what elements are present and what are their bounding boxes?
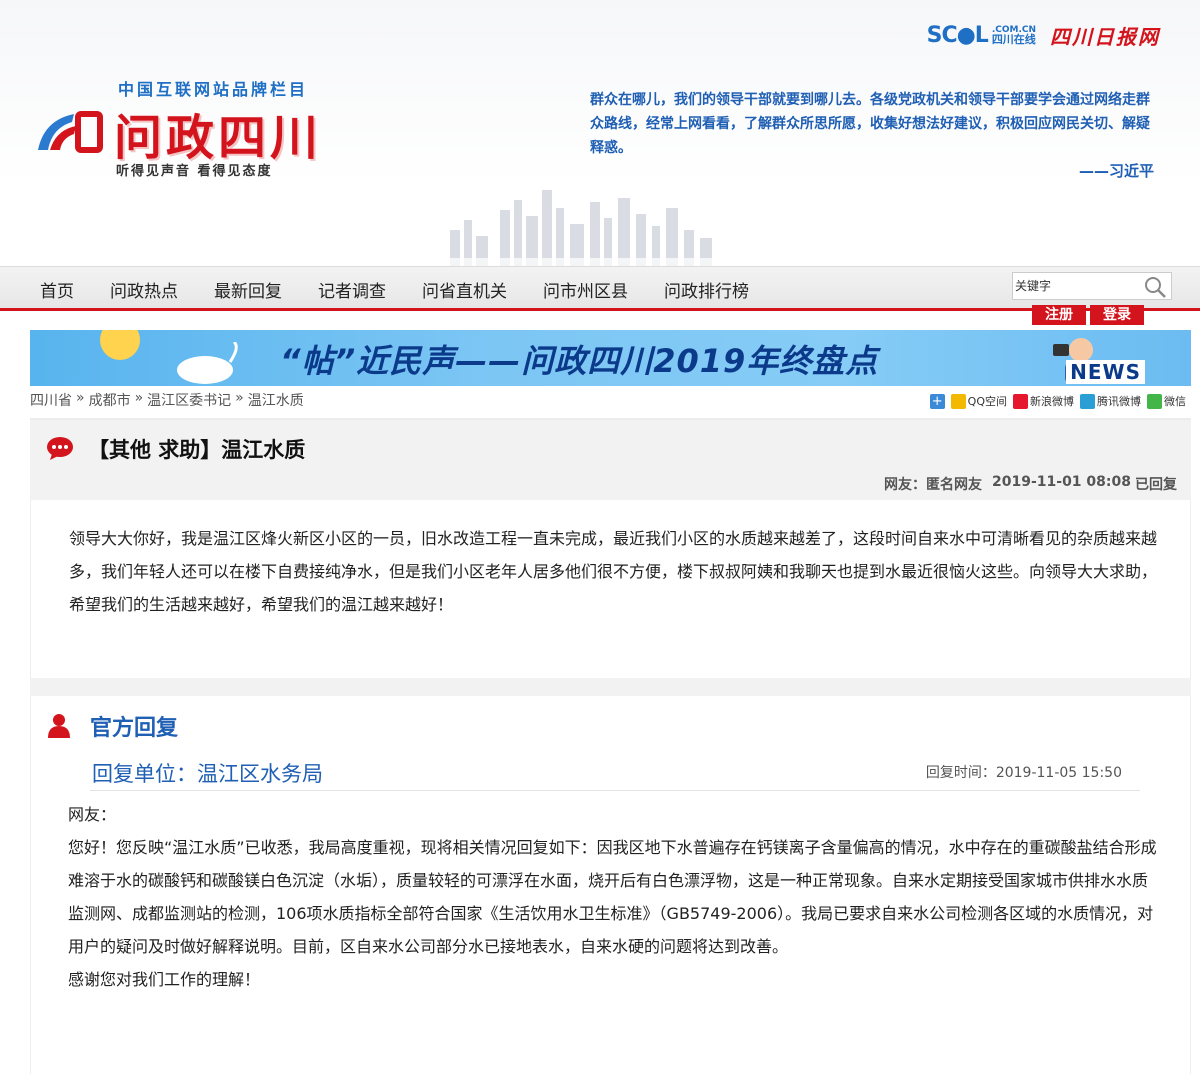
question-datetime: 2019-11-01 08:08: [992, 474, 1131, 490]
question-status: 已回复: [1135, 477, 1177, 493]
share-wechat-label: 微信: [1164, 395, 1186, 408]
share-qzone[interactable]: QQ空间: [950, 393, 1007, 409]
search-input[interactable]: [1015, 275, 1141, 297]
sun-icon: [100, 330, 140, 360]
share-weibo[interactable]: 新浪微博: [1013, 393, 1074, 409]
banner-news-label: NEWS: [1066, 360, 1145, 384]
share-qzone-label: QQ空间: [967, 395, 1007, 408]
question-text: 领导大大你好，我是温江区烽火新区小区的一员，旧水改造工程一直未完成，最近我们小区…: [69, 529, 1158, 614]
auth-buttons: 注册 登录: [1032, 305, 1144, 325]
scol-logo-cn: 四川在线: [991, 33, 1036, 46]
city-skyline-art: [430, 190, 750, 266]
logo-slogan: 听得见声音 看得见态度: [116, 164, 273, 179]
breadcrumb-city[interactable]: 成都市: [89, 390, 131, 410]
logo-mark-icon: [38, 111, 103, 153]
section-separator: [30, 678, 1191, 696]
nav-item-reporter[interactable]: 记者调查: [300, 277, 404, 302]
question-meta: 网友：匿名网友 2019-11-01 08:08 已回复: [884, 474, 1177, 494]
scol-logo-sub: .COM.CN 四川在线: [992, 25, 1036, 45]
reply-text: 您好！您反映“温江水质”已收悉，我局高度重视，现将相关情况回复如下：因我区地下水…: [68, 838, 1157, 956]
question-body: 领导大大你好，我是温江区烽火新区小区的一员，旧水改造工程一直未完成，最近我们小区…: [30, 500, 1191, 678]
breadcrumb-province[interactable]: 四川省: [30, 390, 72, 410]
share-plus-icon[interactable]: +: [929, 393, 945, 409]
nav-items: 首页 问政热点 最新回复 记者调查 问省直机关 问市州区县 问政排行榜: [22, 267, 767, 311]
user-icon: [48, 714, 70, 738]
nav-item-province-agency[interactable]: 问省直机关: [404, 277, 525, 302]
partner-logos: SC●L .COM.CN 四川在线 四川日报网: [927, 18, 1160, 52]
search-icon[interactable]: [1143, 275, 1167, 299]
reply-time: 回复时间：2019-11-05 15:50: [925, 765, 1122, 781]
login-button[interactable]: 登录: [1090, 305, 1144, 325]
mouse-icon: [177, 342, 238, 384]
scol-logo[interactable]: SC●L .COM.CN 四川在线: [927, 23, 1036, 48]
site-header: SC●L .COM.CN 四川在线 四川日报网 中国互联网站品牌栏目 问政四川 …: [0, 0, 1200, 266]
reply-greeting: 网友：: [68, 805, 117, 824]
reply-closing: 感谢您对我们工作的理解！: [68, 970, 261, 989]
nav-item-latest-reply[interactable]: 最新回复: [196, 277, 300, 302]
reply-unit: 回复单位：温江区水务局: [92, 762, 323, 786]
quote-author: ——习近平: [1078, 162, 1154, 180]
question-header: 【其他 求助】温江水质 网友：匿名网友 2019-11-01 08:08 已回复: [30, 418, 1191, 500]
breadcrumb-separator: »: [134, 390, 144, 406]
logo-title: 问政四川: [114, 110, 323, 166]
sichuan-daily-logo[interactable]: 四川日报网: [1050, 21, 1160, 50]
search-box: [1012, 272, 1172, 300]
register-button[interactable]: 注册: [1032, 305, 1086, 325]
breadcrumb: 四川省 » 成都市 » 温江区委书记 » 温江水质: [30, 390, 304, 410]
nav-item-ranking[interactable]: 问政排行榜: [646, 277, 767, 302]
nav-item-hot[interactable]: 问政热点: [92, 277, 196, 302]
breadcrumb-current: 温江水质: [247, 393, 304, 409]
question-user: 网友：匿名网友: [884, 477, 982, 493]
reply-body: 网友： 您好！您反映“温江水质”已收悉，我局高度重视，现将相关情况回复如下：因我…: [68, 798, 1158, 996]
leader-quote: 群众在哪儿，我们的领导干部就要到哪儿去。各级党政机关和领导干部要学会通过网络走群…: [590, 92, 1150, 156]
logo-tagline: 中国互联网站品牌栏目: [118, 80, 309, 99]
tencent-weibo-icon: [1080, 393, 1095, 409]
chat-bubble-icon: [47, 437, 73, 460]
site-logo[interactable]: 中国互联网站品牌栏目 问政四川 听得见声音 看得见态度: [34, 76, 364, 186]
nav-divider: [0, 308, 1200, 311]
nav-item-home[interactable]: 首页: [22, 277, 92, 302]
breadcrumb-official[interactable]: 温江区委书记: [147, 390, 231, 410]
reply-divider: [90, 790, 1140, 791]
scol-logo-text: SC●L: [926, 22, 989, 48]
question-title: 【其他 求助】温江水质: [88, 438, 306, 462]
wechat-icon: [1147, 393, 1162, 409]
share-tencent-weibo-label: 腾讯微博: [1097, 395, 1141, 408]
nav-item-city-county[interactable]: 问市州区县: [525, 277, 646, 302]
share-bar: + QQ空间 新浪微博 腾讯微博 微信: [929, 393, 1186, 409]
breadcrumb-separator: »: [76, 390, 85, 406]
promo-banner[interactable]: “帖”近民声——问政四川2019年终盘点 NEWS: [30, 330, 1191, 386]
qzone-icon: [950, 393, 966, 409]
banner-title: “帖”近民声——问政四川2019年终盘点: [280, 342, 879, 380]
share-weibo-label: 新浪微博: [1030, 395, 1074, 408]
breadcrumb-separator: »: [235, 390, 244, 406]
weibo-icon: [1013, 393, 1028, 409]
reply-section-title: 官方回复: [90, 716, 179, 741]
share-wechat[interactable]: 微信: [1147, 393, 1186, 409]
share-tencent-weibo[interactable]: 腾讯微博: [1080, 393, 1141, 409]
